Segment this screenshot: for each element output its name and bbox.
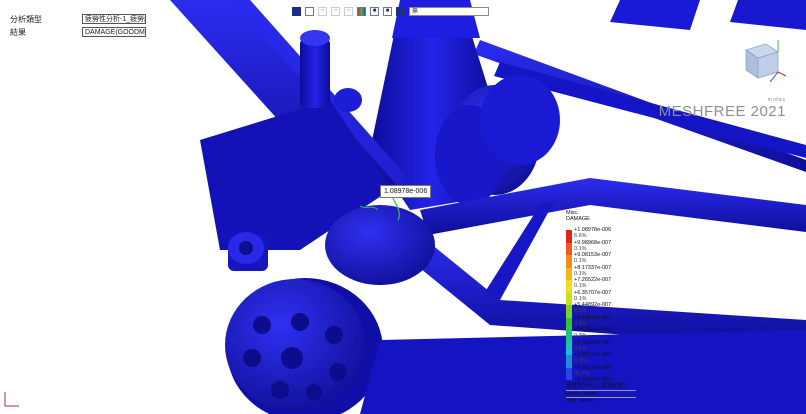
flange-bolt (243, 349, 261, 367)
sheet-icon[interactable]: ■ (383, 6, 392, 16)
legend-color-band (566, 230, 572, 243)
legend-footer-line: Unit : None (566, 397, 636, 404)
legend-footer-line: Linear Static (566, 390, 636, 397)
flange-bolt (325, 326, 343, 344)
box-icon[interactable] (305, 6, 314, 16)
legend-color-band (566, 305, 572, 318)
legend-percent-label: 0.2% (574, 320, 587, 327)
flange-bolt (253, 316, 271, 334)
flange-bolt (291, 313, 309, 331)
app-logo: midas MESHFREE 2021 (659, 97, 786, 120)
stub-post (300, 38, 330, 108)
view-icon[interactable]: ⌗ (318, 6, 327, 16)
brand-product: MESHFREE 2021 (658, 103, 786, 120)
stub-knob (334, 88, 362, 112)
analysis-type-field[interactable]: 疲勞性分析-1_疲勞結果-1 (82, 14, 146, 24)
legend-subtitle: DAMAGE (566, 216, 590, 222)
probe-value-label[interactable]: 1.08978e-006 (380, 185, 432, 198)
frame-top-right (610, 0, 700, 30)
flange-face (225, 279, 365, 411)
view-toolbar: ⌗ ⌗ ⌗ ■ ■ 無 (292, 5, 489, 17)
legend-percent-label: 0.1% (574, 283, 587, 289)
legend-percent-label: 0.1% (574, 245, 587, 252)
hub (325, 205, 435, 285)
legend-percent-label: 91.7% (574, 370, 590, 377)
legend-percent-label: 0.1% (574, 270, 587, 277)
result-field[interactable]: DAMAGE(GOODMAN) (82, 27, 146, 37)
legend-color-band (566, 242, 572, 255)
analysis-type-label: 分析類型 (10, 15, 42, 24)
legend-percent-label: 0.2% (574, 345, 587, 352)
legend-footer-line: 疲勞性分析-1_疲勞結果-1 (566, 383, 629, 389)
legend-color-band (566, 317, 572, 330)
legend-percent-label: 0.1% (574, 258, 587, 264)
sheet-icon[interactable]: ■ (370, 6, 379, 16)
legend-percent-label: 0.2% (574, 308, 587, 314)
bearing-stack-3 (480, 75, 560, 165)
legend-color-band (566, 330, 572, 343)
toolbar-filter-field[interactable]: 無 (409, 6, 489, 16)
legend-percent-label: 0.3% (574, 358, 587, 364)
side-bolt-socket (239, 241, 253, 255)
legend-color-band (566, 292, 572, 305)
result-legend: Misc. DAMAGE +1.08978e-006 +9.98968e-007 +… (566, 210, 636, 404)
legend-color-band (566, 280, 572, 293)
legend-percent-label: 6.6% (574, 233, 587, 239)
view-icon[interactable]: ⌗ (344, 6, 353, 16)
stub-cap (300, 30, 330, 46)
frame-icon[interactable] (292, 6, 301, 16)
palette-icon[interactable] (357, 6, 366, 16)
flange-bolt (329, 363, 347, 381)
flange-bolt (306, 384, 322, 400)
legend-color-band (566, 267, 572, 280)
result-label: 結果 (10, 28, 26, 37)
3d-viewport[interactable] (0, 0, 806, 414)
legend-color-band (566, 255, 572, 268)
legend-percent-label: 0.1% (574, 295, 587, 302)
view-icon[interactable]: ⌗ (331, 6, 340, 16)
model-render[interactable] (0, 0, 806, 414)
flange-bolt (281, 347, 303, 369)
cube-view-icon[interactable] (396, 6, 405, 16)
frame-corner (730, 0, 806, 30)
flange-bolt (271, 381, 289, 399)
legend-percent-label: 0.3% (574, 333, 587, 339)
legend-color-band (566, 367, 572, 380)
legend-color-band (566, 342, 572, 355)
result-info-panel: 分析類型 疲勞性分析-1_疲勞結果-1 結果 DAMAGE(GOODMAN) (10, 14, 150, 42)
legend-color-band (566, 355, 572, 368)
view-cube-icon[interactable] (732, 36, 788, 84)
